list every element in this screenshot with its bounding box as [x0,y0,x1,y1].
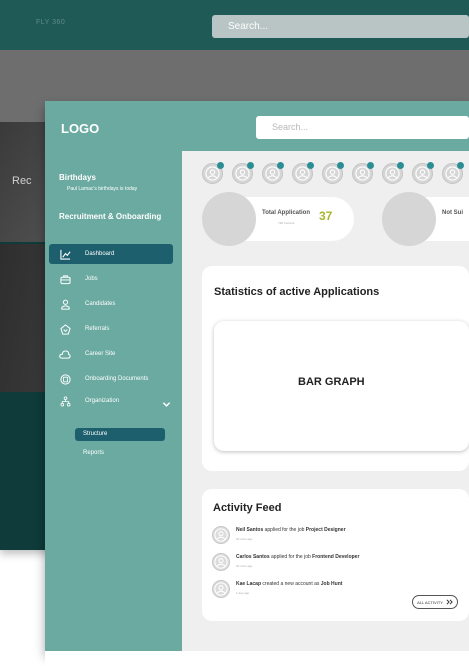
search-input[interactable]: Search... [256,116,469,139]
dashboard-window: LOGO Search... Birthdays Paul Lamac's bi… [45,101,469,651]
document-icon [59,373,71,385]
user-icon [59,298,71,310]
activity-time: 20 mins ago [236,564,253,568]
notification-dot [307,162,314,169]
avatar[interactable] [382,162,404,184]
activity-text: Kae Lacap created a new account as Job H… [236,581,343,587]
activity-time: 1 day ago [236,591,250,595]
sidebar-item-career-site[interactable]: Career Site [49,344,173,364]
activity-time: 20 mins ago [236,537,253,541]
notification-dot [397,162,404,169]
avatar[interactable] [352,162,374,184]
org-chart-icon [59,395,71,407]
bg-search-input[interactable]: Search... [212,15,469,38]
bar-graph-placeholder: BAR GRAPH [214,321,469,451]
sidebar-item-label: Organization [85,398,120,404]
all-activity-button[interactable]: ALL ACTIVITY [412,595,458,609]
chart-icon [59,248,71,260]
bg-brand: FLY 360 [36,19,66,26]
section-title: Recruitment & Onboarding [59,212,162,221]
sidebar-item-label: Jobs [85,276,98,282]
activity-feed: Activity Feed Neil Santos applied for th… [202,489,469,621]
user-avatar-icon [212,526,230,544]
sidebar-item-candidates[interactable]: Candidates [49,294,173,314]
handshake-icon [59,323,71,335]
birthdays-title: Birthdays [59,173,96,182]
notification-dot [367,162,374,169]
sidebar-subitem-reports[interactable]: Reports [75,447,165,460]
avatar[interactable] [262,162,284,184]
notification-dot [457,162,464,169]
sidebar-item-jobs[interactable]: Jobs [49,269,173,289]
activity-item[interactable]: Carlos Santos applied for the job Fronte… [212,553,462,573]
sidebar-subitem-structure[interactable]: Structure [75,428,165,441]
notification-dot [427,162,434,169]
logo[interactable]: LOGO [61,121,99,136]
notification-dot [337,162,344,169]
double-chevron-right-icon [446,599,453,605]
sidebar-item-onboarding-documents[interactable]: Onboarding Documents [49,369,173,389]
stat-title: Not Sui [442,210,463,216]
sidebar-item-label: Onboarding Documents [85,376,149,382]
sidebar-item-organization[interactable]: Organization [49,391,173,411]
bg-topbar: FLY 360 Search... [0,0,469,50]
activity-text: Carlos Santos applied for the job Fronte… [236,554,360,560]
sidebar-item-dashboard[interactable]: Dashboard [49,244,173,264]
cloud-icon [59,348,71,360]
avatar[interactable] [322,162,344,184]
stat-avatar [202,192,256,246]
activity-item[interactable]: Neil Santos applied for the job Project … [212,526,462,546]
avatar[interactable] [232,162,254,184]
bg-hero-text: Rec [12,175,32,187]
notification-dot [217,162,224,169]
sidebar-item-referrals[interactable]: Referrals [49,319,173,339]
activity-text: Neil Santos applied for the job Project … [236,527,346,533]
main-content: Total Application 37 728 Content Not Sui… [182,151,469,651]
stat-subtext: 728 Content [278,221,295,225]
sidebar-item-label: Career Site [85,351,116,357]
notification-dot [247,162,254,169]
bar-graph-label: BAR GRAPH [298,376,365,388]
avatar[interactable] [292,162,314,184]
sidebar: Birthdays Paul Lamac's birthdays is toda… [45,151,182,651]
notification-dot [277,162,284,169]
stat-value: 37 [319,209,333,223]
sidebar-item-label: Referrals [85,326,110,332]
avatar[interactable] [202,162,224,184]
footer-strip [45,651,469,666]
stat-avatar [382,192,436,246]
all-activity-label: ALL ACTIVITY [417,599,443,605]
user-avatar-icon [212,580,230,598]
briefcase-icon [59,273,71,285]
user-avatar-icon [212,553,230,571]
birthday-text: Paul Lamac's birthdays is today [67,186,138,192]
sidebar-item-label: Candidates [85,301,116,307]
chevron-down-icon[interactable] [162,396,171,414]
avatar[interactable] [442,162,464,184]
statistics-title: Statistics of active Applications [214,286,380,298]
topbar: LOGO Search... [45,101,469,151]
avatar[interactable] [412,162,434,184]
stat-title: Total Application [262,210,310,216]
statistics-panel: Statistics of active Applications BAR GR… [202,266,469,471]
sidebar-item-label: Dashboard [85,251,115,257]
activity-feed-title: Activity Feed [213,502,282,514]
